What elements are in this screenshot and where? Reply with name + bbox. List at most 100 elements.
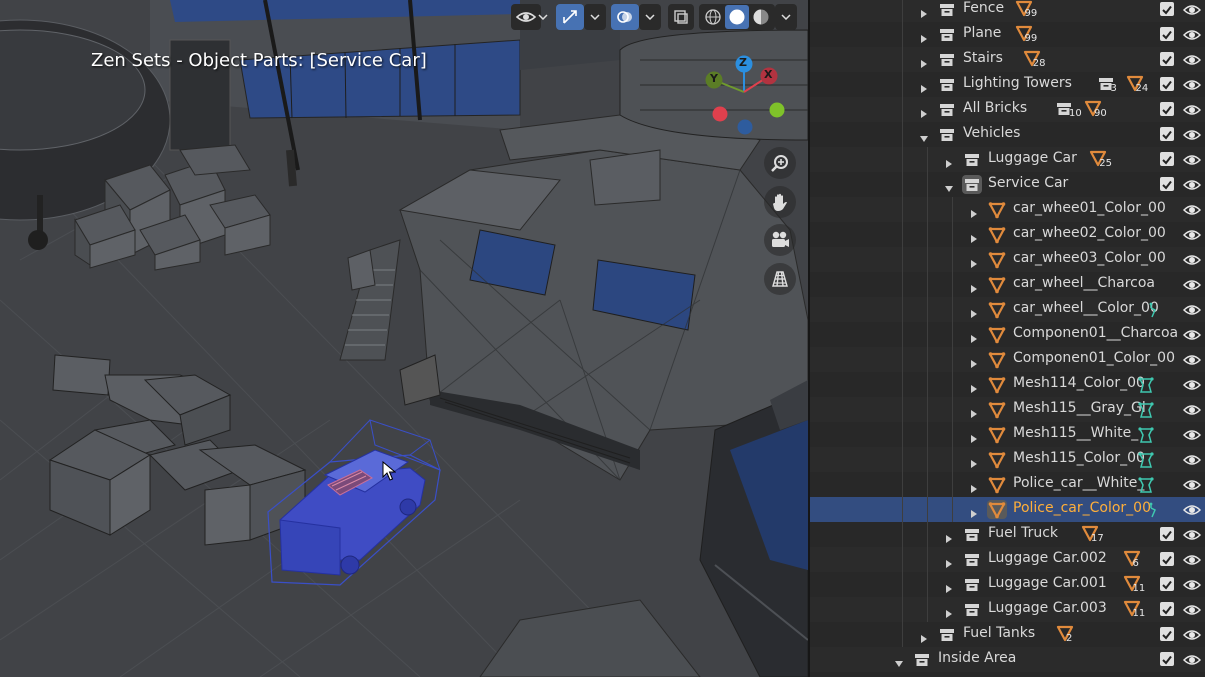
- visibility-eye-icon[interactable]: [1182, 2, 1202, 16]
- expand-arrow-icon[interactable]: [919, 4, 929, 18]
- solid-shading-icon[interactable]: [725, 5, 749, 29]
- visibility-eye-icon[interactable]: [1182, 377, 1202, 391]
- visibility-eye-icon[interactable]: [1182, 627, 1202, 641]
- exclude-checkbox[interactable]: [1160, 577, 1174, 591]
- visibility-eye-icon[interactable]: [1182, 552, 1202, 566]
- xray-icon[interactable]: [668, 4, 694, 30]
- expand-arrow-icon[interactable]: [919, 104, 929, 118]
- outliner-object-row[interactable]: Mesh115__Gray_Gl: [810, 397, 1205, 422]
- visibility-eye-icon[interactable]: [1182, 352, 1202, 366]
- modifier-icon[interactable]: [1138, 377, 1154, 398]
- outliner-collection-row[interactable]: Stairs 28: [810, 47, 1205, 72]
- exclude-checkbox[interactable]: [1160, 127, 1174, 141]
- visibility-eye-icon[interactable]: [1182, 27, 1202, 41]
- visibility-eye-icon[interactable]: [1182, 502, 1202, 516]
- visibility-eye-icon[interactable]: [1182, 227, 1202, 241]
- overlay-icon[interactable]: [611, 4, 639, 30]
- visibility-eye-icon[interactable]: [1182, 602, 1202, 616]
- outliner-collection-row[interactable]: Plane 99: [810, 22, 1205, 47]
- modifier-icon[interactable]: [1138, 427, 1154, 448]
- expand-arrow-icon[interactable]: [969, 354, 979, 368]
- visibility-eye-icon[interactable]: [1182, 252, 1202, 266]
- camera-icon[interactable]: [764, 224, 796, 256]
- visibility-eye-icon[interactable]: [1182, 402, 1202, 416]
- modifier-icon[interactable]: [1138, 477, 1154, 498]
- visibility-eye-icon[interactable]: [1182, 102, 1202, 116]
- visibility-eye-icon[interactable]: [1182, 52, 1202, 66]
- outliner-object-row[interactable]: Mesh115_Color_00: [810, 447, 1205, 472]
- expand-arrow-icon[interactable]: [944, 154, 954, 168]
- outliner-object-row[interactable]: Mesh114_Color_00: [810, 372, 1205, 397]
- outliner-collection-row[interactable]: Lighting Towers 3 24: [810, 72, 1205, 97]
- exclude-checkbox[interactable]: [1160, 652, 1174, 666]
- visibility-eye-icon[interactable]: [1182, 327, 1202, 341]
- expand-arrow-icon[interactable]: [969, 329, 979, 343]
- outliner-object-row[interactable]: car_whee03_Color_00: [810, 247, 1205, 272]
- grid-icon[interactable]: [764, 263, 796, 295]
- expand-arrow-icon[interactable]: [919, 629, 929, 643]
- exclude-checkbox[interactable]: [1160, 177, 1174, 191]
- visibility-eye-icon[interactable]: [1182, 477, 1202, 491]
- expand-arrow-icon[interactable]: [969, 404, 979, 418]
- exclude-checkbox[interactable]: [1160, 2, 1174, 16]
- visibility-eye-icon[interactable]: [1182, 427, 1202, 441]
- outliner-object-row[interactable]: Componen01_Color_00: [810, 347, 1205, 372]
- visibility-eye-icon[interactable]: [1182, 527, 1202, 541]
- outliner-object-row[interactable]: Police_car_Color_00: [810, 497, 1205, 522]
- visibility-eye-icon[interactable]: [1182, 577, 1202, 591]
- expand-arrow-icon[interactable]: [944, 529, 954, 543]
- outliner-collection-row[interactable]: Vehicles: [810, 122, 1205, 147]
- outliner-object-row[interactable]: car_wheel__Color_00: [810, 297, 1205, 322]
- visibility-eye-icon[interactable]: [1182, 302, 1202, 316]
- collapse-arrow-icon[interactable]: [944, 179, 954, 192]
- gizmo-icon[interactable]: [556, 4, 584, 30]
- modifier-icon[interactable]: [1143, 302, 1159, 323]
- exclude-checkbox[interactable]: [1160, 627, 1174, 641]
- 3d-viewport[interactable]: Zen Sets - Object Parts: [Service Car] Z…: [0, 0, 808, 677]
- expand-arrow-icon[interactable]: [969, 454, 979, 468]
- visibility-eye-icon[interactable]: [1182, 202, 1202, 216]
- zoom-icon[interactable]: [764, 147, 796, 179]
- expand-arrow-icon[interactable]: [969, 204, 979, 218]
- visibility-eye-icon[interactable]: [1182, 452, 1202, 466]
- outliner-collection-row[interactable]: Luggage Car.001 11: [810, 572, 1205, 597]
- outliner-collection-row[interactable]: Luggage Car.003 11: [810, 597, 1205, 622]
- chevron-down-icon[interactable]: [534, 4, 552, 30]
- visibility-eye-icon[interactable]: [1182, 152, 1202, 166]
- expand-arrow-icon[interactable]: [969, 279, 979, 293]
- chevron-down-icon[interactable]: [639, 4, 661, 30]
- outliner-collection-row[interactable]: Fence 99: [810, 0, 1205, 22]
- visibility-eye-icon[interactable]: [1182, 77, 1202, 91]
- outliner-object-row[interactable]: Componen01__Charcoa: [810, 322, 1205, 347]
- outliner-collection-row[interactable]: Service Car: [810, 172, 1205, 197]
- outliner-object-row[interactable]: Mesh115__White_: [810, 422, 1205, 447]
- outliner-collection-row[interactable]: Luggage Car.002 6: [810, 547, 1205, 572]
- expand-arrow-icon[interactable]: [919, 54, 929, 68]
- exclude-checkbox[interactable]: [1160, 52, 1174, 66]
- visibility-eye-icon[interactable]: [1182, 652, 1202, 666]
- outliner-collection-row[interactable]: Inside Area: [810, 647, 1205, 672]
- expand-arrow-icon[interactable]: [944, 554, 954, 568]
- modifier-icon[interactable]: [1138, 452, 1154, 473]
- outliner-collection-row[interactable]: Fuel Tanks 2: [810, 622, 1205, 647]
- pan-hand-icon[interactable]: [764, 186, 796, 218]
- expand-arrow-icon[interactable]: [944, 604, 954, 618]
- exclude-checkbox[interactable]: [1160, 552, 1174, 566]
- expand-arrow-icon[interactable]: [969, 379, 979, 393]
- navigation-gizmo[interactable]: Z Y X: [698, 52, 794, 142]
- outliner-object-row[interactable]: car_wheel__Charcoa: [810, 272, 1205, 297]
- collapse-arrow-icon[interactable]: [894, 654, 904, 667]
- visibility-eye-icon[interactable]: [1182, 177, 1202, 191]
- expand-arrow-icon[interactable]: [944, 579, 954, 593]
- exclude-checkbox[interactable]: [1160, 77, 1174, 91]
- expand-arrow-icon[interactable]: [969, 304, 979, 318]
- chevron-down-icon[interactable]: [775, 4, 797, 30]
- expand-arrow-icon[interactable]: [919, 29, 929, 43]
- material-shading-icon[interactable]: [749, 5, 773, 29]
- exclude-checkbox[interactable]: [1160, 602, 1174, 616]
- expand-arrow-icon[interactable]: [969, 254, 979, 268]
- wireframe-shading-icon[interactable]: [701, 5, 725, 29]
- outliner-collection-row[interactable]: Luggage Car 25: [810, 147, 1205, 172]
- modifier-icon[interactable]: [1143, 502, 1159, 523]
- expand-arrow-icon[interactable]: [969, 479, 979, 493]
